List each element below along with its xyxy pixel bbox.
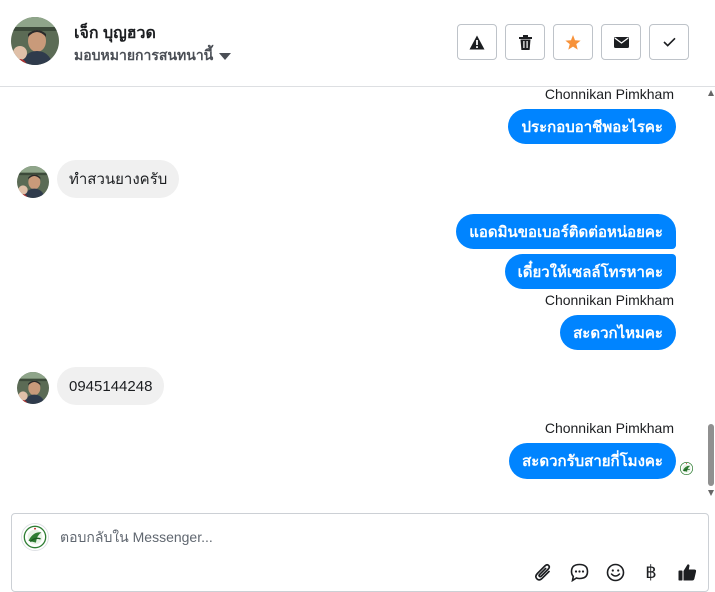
- composer-tools: ฿: [530, 559, 700, 585]
- scroll-thumb[interactable]: [708, 424, 714, 486]
- scroll-up-arrow-icon[interactable]: [708, 90, 714, 96]
- contact-message-avatar: [17, 166, 49, 198]
- incoming-message[interactable]: ทำสวนยางครับ: [57, 160, 180, 198]
- outgoing-message[interactable]: สะดวกรับสายกี่โมงคะ: [509, 443, 676, 479]
- outgoing-message[interactable]: ประกอบอาชีพอะไรคะ: [508, 109, 676, 144]
- contact-avatar[interactable]: [11, 17, 59, 65]
- reply-composer: ฿: [11, 513, 709, 592]
- star-button[interactable]: [553, 24, 593, 60]
- mark-unread-button[interactable]: [601, 24, 641, 60]
- header-actions: [457, 24, 689, 60]
- star-icon: [565, 34, 581, 50]
- report-spam-button[interactable]: [457, 24, 497, 60]
- caret-down-icon: [219, 53, 232, 60]
- contact-message-avatar: [17, 372, 49, 404]
- contact-name[interactable]: เจ็ก บุญฮวด: [74, 21, 156, 46]
- envelope-icon: [613, 36, 629, 48]
- paperclip-icon: [535, 563, 551, 581]
- incoming-message[interactable]: 0945144248: [57, 367, 165, 405]
- sender-name: Chonnikan Pimkham: [544, 86, 674, 102]
- outgoing-message[interactable]: สะดวกไหมคะ: [560, 315, 676, 350]
- emoji-button[interactable]: [602, 559, 628, 585]
- chat-scrollbar[interactable]: [705, 88, 715, 500]
- assign-conversation-dropdown[interactable]: มอบหมายการสนทนานี้: [74, 45, 232, 67]
- warning-icon: [469, 35, 485, 49]
- outgoing-message[interactable]: เดี๋ยวให้เซลล์โทรหาคะ: [504, 254, 676, 289]
- attach-button[interactable]: [530, 559, 556, 585]
- seen-receipt-avatar: [679, 461, 694, 476]
- page-avatar: [21, 523, 49, 551]
- like-button[interactable]: [674, 559, 700, 585]
- reply-input[interactable]: [60, 526, 660, 548]
- baht-icon: ฿: [645, 561, 657, 583]
- sender-name: Chonnikan Pimkham: [544, 292, 674, 308]
- mark-done-button[interactable]: [649, 24, 689, 60]
- scroll-down-arrow-icon[interactable]: [708, 490, 714, 496]
- message-thread[interactable]: Chonnikan Pimkham ประกอบอาชีพอะไรคะ ทำสว…: [0, 86, 715, 500]
- trash-icon: [518, 34, 532, 50]
- delete-button[interactable]: [505, 24, 545, 60]
- conversation-header: เจ็ก บุญฮวด มอบหมายการสนทนานี้: [0, 0, 715, 87]
- saved-replies-button[interactable]: [566, 559, 592, 585]
- outgoing-message[interactable]: แอดมินขอเบอร์ติดต่อหน่อยคะ: [456, 214, 676, 249]
- sender-name: Chonnikan Pimkham: [544, 420, 674, 436]
- emoji-icon: [606, 563, 624, 581]
- check-icon: [662, 37, 676, 47]
- assign-label: มอบหมายการสนทนานี้: [74, 47, 214, 63]
- chat-bubble-icon: [570, 563, 588, 582]
- thumbs-up-icon: [678, 564, 696, 581]
- payment-button[interactable]: ฿: [638, 559, 664, 585]
